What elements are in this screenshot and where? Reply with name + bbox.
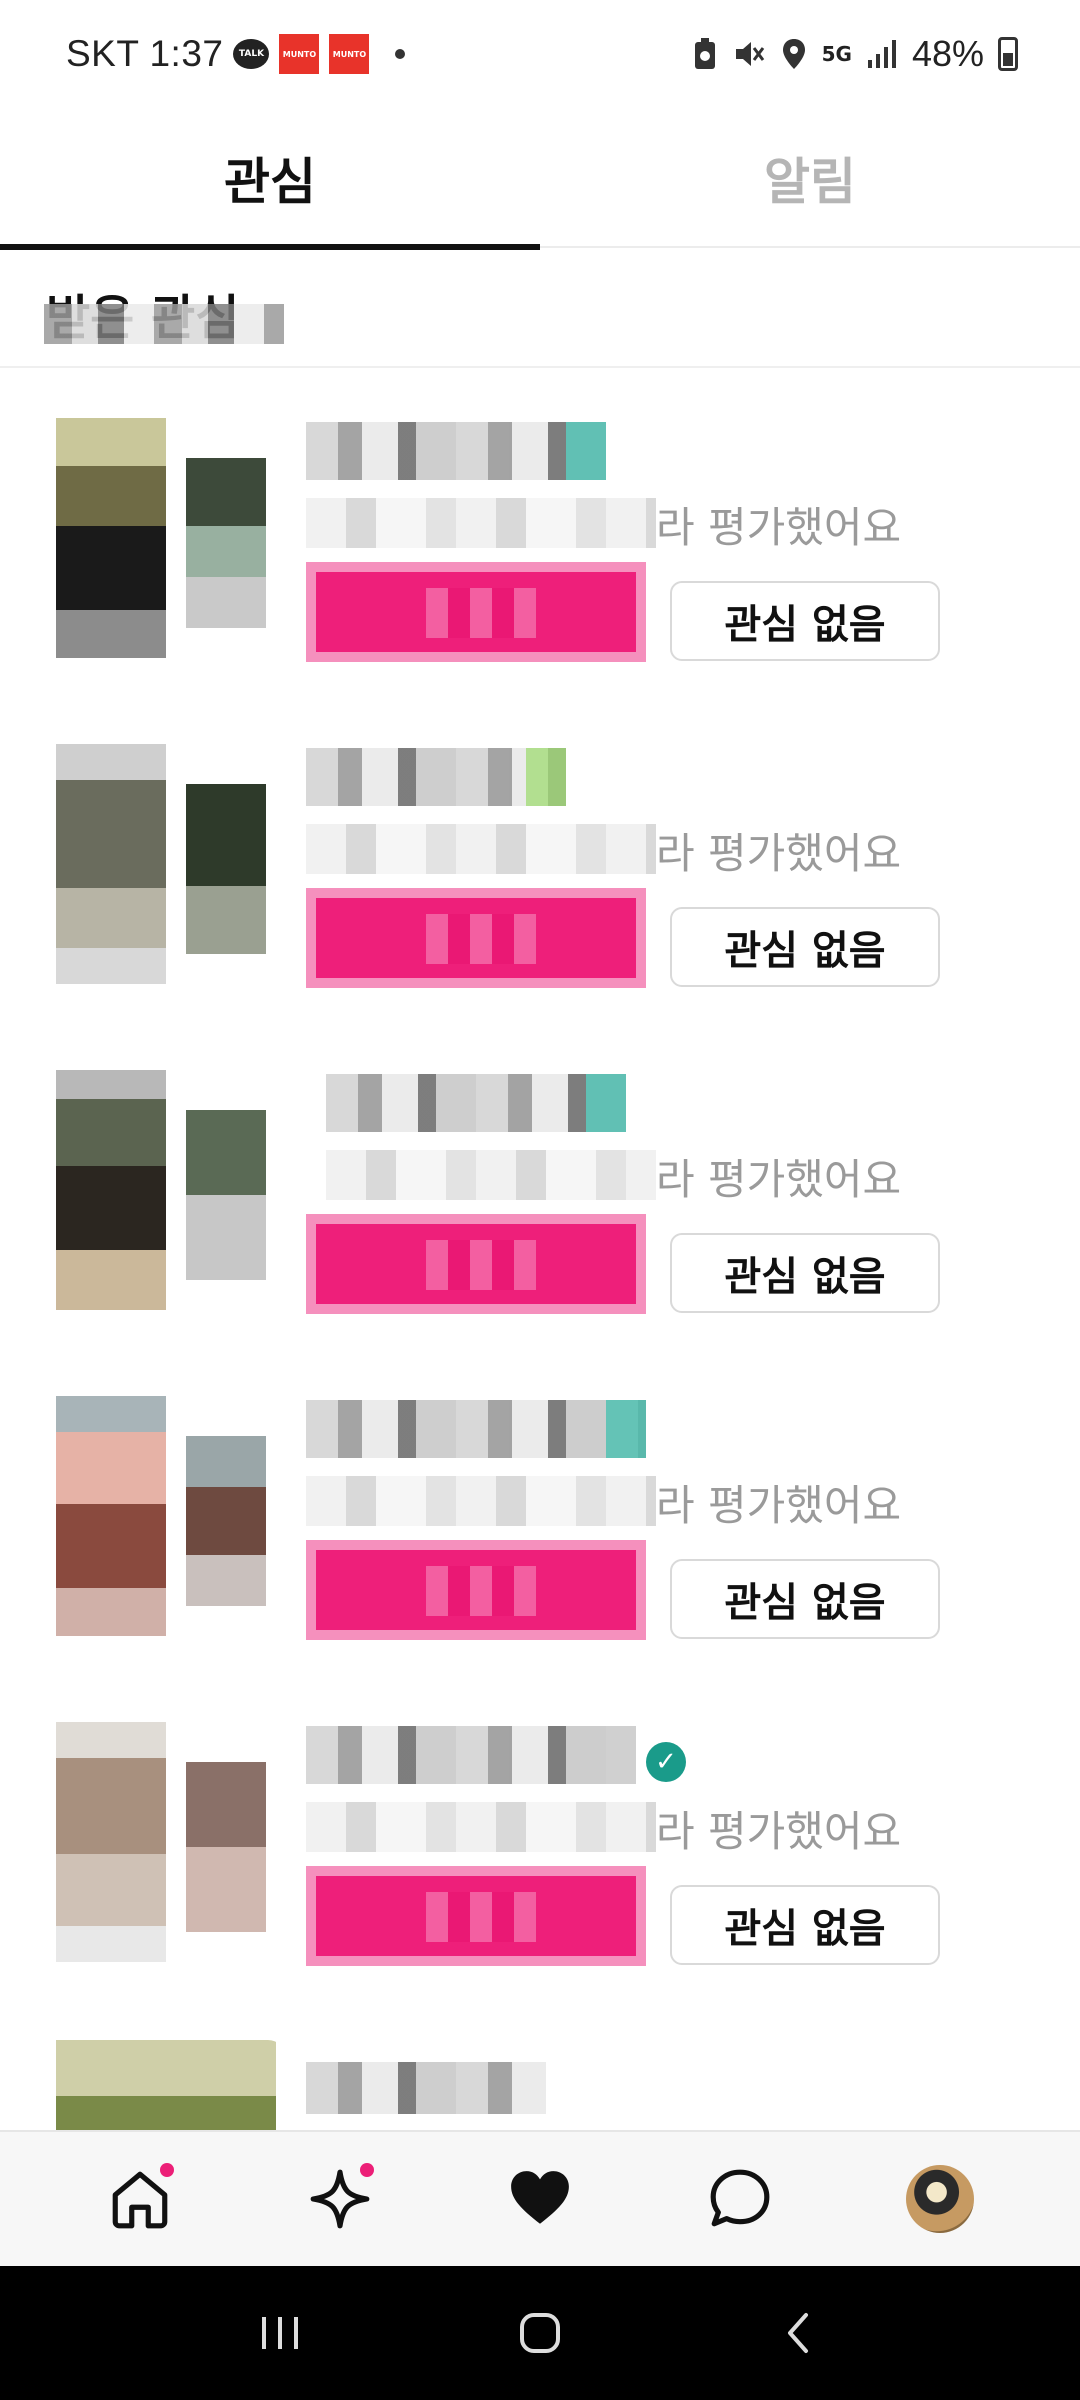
- status-right: 5G 48%: [692, 33, 1018, 75]
- user-name-blurred: [326, 1074, 626, 1132]
- list-item[interactable]: 라 평가했어요 관심 없음: [0, 696, 1080, 1022]
- rating-desc: 라 평가했어요: [656, 829, 902, 878]
- tab-interest[interactable]: 관심: [0, 108, 540, 250]
- tab-notifications[interactable]: 알림: [540, 108, 1080, 248]
- kakaotalk-notification-icon: TALK: [233, 39, 270, 69]
- carrier: SKT: [66, 33, 140, 74]
- nav-profile[interactable]: [880, 2139, 1000, 2259]
- user-photo[interactable]: [36, 418, 286, 658]
- status-left: SKT 1:37 TALK MUNTO MUNTO: [66, 33, 406, 75]
- location-icon: [782, 39, 805, 69]
- bottom-navigation: [0, 2130, 1080, 2266]
- user-name-blurred: [306, 422, 606, 480]
- nav-home[interactable]: [80, 2139, 200, 2259]
- list-item[interactable]: ✓ 라 평가했어요 관심 없음: [0, 1674, 1080, 2000]
- not-interested-button[interactable]: 관심 없음: [670, 1885, 940, 1965]
- rating-desc-blurred: [306, 1802, 656, 1852]
- nav-interest[interactable]: [480, 2139, 600, 2259]
- signal-icon: [867, 40, 896, 68]
- rating-desc: 라 평가했어요: [656, 1481, 902, 1530]
- battery-saver-icon: [694, 38, 715, 69]
- back-icon[interactable]: [774, 2307, 826, 2359]
- profile-avatar: [906, 2165, 974, 2233]
- android-system-nav: [0, 2266, 1080, 2400]
- chat-bubble-icon: [710, 2169, 770, 2227]
- home-circle-icon[interactable]: [514, 2307, 566, 2359]
- user-photo[interactable]: [36, 1070, 286, 1310]
- battery-icon: [998, 37, 1018, 71]
- user-name-blurred: [306, 1400, 646, 1458]
- rating-desc-blurred: [306, 824, 656, 874]
- more-notifications-dot-icon: [395, 49, 406, 59]
- clock: 1:37: [149, 33, 224, 74]
- not-interested-button[interactable]: 관심 없음: [670, 907, 940, 987]
- user-name-blurred: [306, 1726, 636, 1784]
- rating-desc: 라 평가했어요: [656, 503, 902, 552]
- list-item[interactable]: 라 평가했어요 관심 없음: [0, 1022, 1080, 1348]
- list-item[interactable]: 라 평가했어요 관심 없음: [0, 370, 1080, 696]
- heart-icon: [511, 2171, 569, 2224]
- rating-desc: 라 평가했어요: [656, 1807, 902, 1856]
- pink-tag-blurred: [306, 1214, 646, 1314]
- status-bar: SKT 1:37 TALK MUNTO MUNTO 5G 48%: [0, 0, 1080, 108]
- not-interested-button[interactable]: 관심 없음: [670, 581, 940, 661]
- blurred-region: [44, 304, 284, 344]
- user-photo[interactable]: [36, 1722, 286, 1962]
- rating-desc-blurred: [326, 1150, 656, 1200]
- munto-notification-icon-2: MUNTO: [329, 34, 370, 74]
- rating-desc-blurred: [306, 1476, 656, 1526]
- list-item[interactable]: 라 평가했어요 관심 없음: [0, 1348, 1080, 1674]
- pink-tag-blurred: [306, 562, 646, 662]
- munto-notification-icon: MUNTO: [279, 34, 320, 74]
- mute-icon: [735, 42, 764, 66]
- battery-percent: 48%: [911, 33, 984, 74]
- received-interest-list: 라 평가했어요 관심 없음 라 평가했어요 관심 없음 라 평가했어요 관심 없…: [0, 370, 1080, 2000]
- not-interested-button[interactable]: 관심 없음: [670, 1233, 940, 1313]
- user-name-blurred: [306, 748, 566, 806]
- pink-tag-blurred: [306, 1866, 646, 1966]
- verified-badge-icon: ✓: [646, 1742, 686, 1782]
- pink-tag-blurred: [306, 1540, 646, 1640]
- notification-dot: [360, 2163, 374, 2177]
- recent-apps-icon[interactable]: [254, 2307, 306, 2359]
- rating-desc: 라 평가했어요: [656, 1155, 902, 1204]
- rating-desc-blurred: [306, 498, 656, 548]
- not-interested-button[interactable]: 관심 없음: [670, 1559, 940, 1639]
- tab-bar: 관심 알림: [0, 108, 1080, 250]
- pink-tag-blurred: [306, 888, 646, 988]
- user-photo[interactable]: [36, 1396, 286, 1636]
- notification-dot: [160, 2163, 174, 2177]
- user-photo[interactable]: [36, 744, 286, 984]
- network-type: 5G: [821, 42, 852, 66]
- section-header: 받은 관심: [0, 258, 1080, 368]
- user-photo[interactable]: [36, 2040, 286, 2130]
- nav-chat[interactable]: [680, 2139, 800, 2259]
- user-name-blurred: [306, 2062, 546, 2114]
- list-item-partial[interactable]: [0, 2010, 1080, 2130]
- nav-recommend[interactable]: [280, 2139, 400, 2259]
